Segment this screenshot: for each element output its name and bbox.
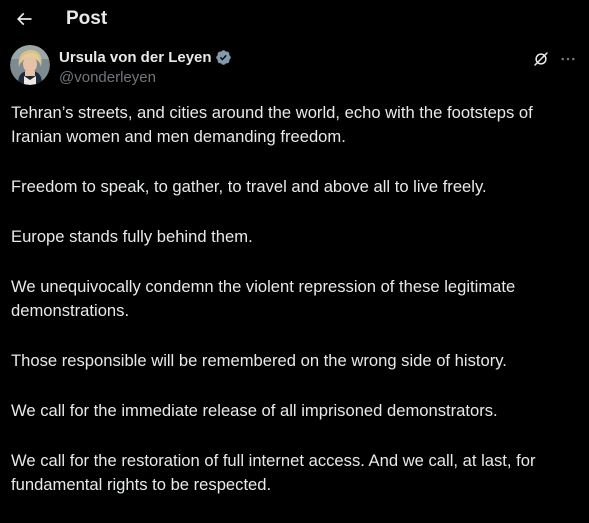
post-paragraph: We call for the immediate release of all…: [11, 401, 498, 420]
post-paragraph: Europe stands fully behind them.: [11, 227, 253, 246]
post-paragraph: We unequivocally condemn the violent rep…: [11, 277, 520, 320]
post-paragraph: Freedom to speak, to gather, to travel a…: [11, 177, 487, 196]
author-display-name[interactable]: Ursula von der Leyen: [59, 48, 212, 67]
author-name-row: Ursula von der Leyen: [59, 48, 232, 67]
author-info: Ursula von der Leyen @vonderleyen: [59, 48, 232, 87]
back-button[interactable]: [9, 4, 39, 34]
author-handle[interactable]: @vonderleyen: [59, 68, 232, 87]
page-title: Post: [66, 8, 108, 29]
grok-icon: [534, 52, 548, 66]
top-bar: Post: [0, 0, 589, 38]
avatar[interactable]: [10, 45, 50, 85]
post-text: Tehran’s streets, and cities around the …: [11, 101, 581, 523]
post-paragraph: Tehran’s streets, and cities around the …: [11, 103, 538, 146]
more-options-button[interactable]: [557, 48, 579, 70]
grok-button[interactable]: [530, 48, 552, 70]
post-paragraph: Those responsible will be remembered on …: [11, 351, 507, 370]
avatar-image: [10, 45, 50, 85]
arrow-left-icon: [16, 12, 32, 26]
verified-badge-icon[interactable]: [215, 49, 232, 66]
more-horizontal-icon: [561, 57, 575, 61]
